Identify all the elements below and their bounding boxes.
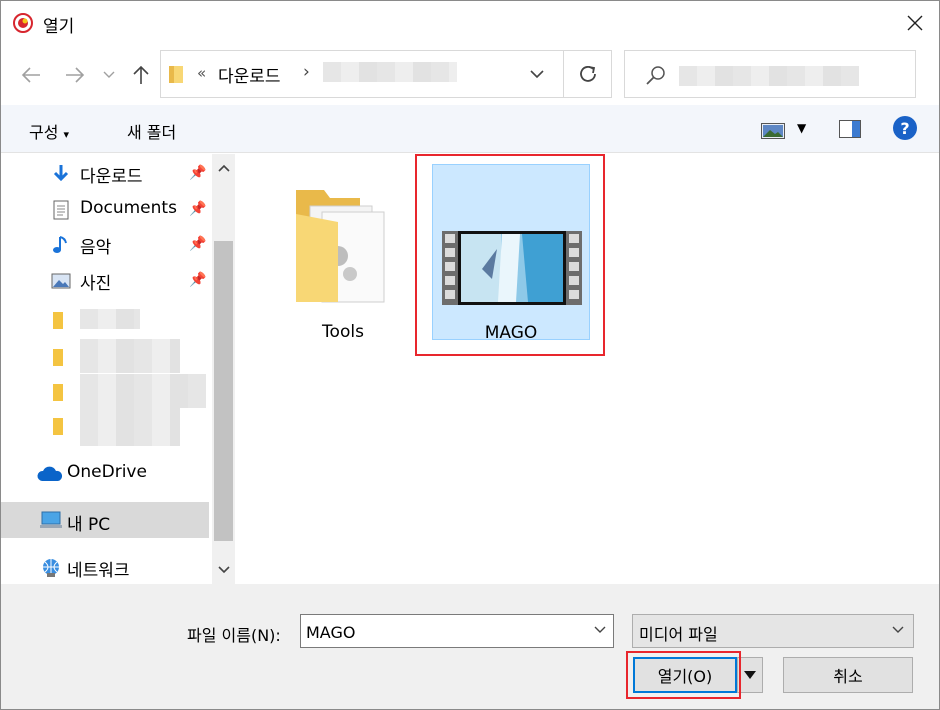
recent-locations-button[interactable] [101,63,117,87]
chevron-up-icon [217,164,230,172]
sidebar-item-label: OneDrive [67,462,147,482]
highlight-annotation [415,154,605,356]
sidebar-item-label: 내 PC [67,515,111,535]
folder-icon [296,190,385,303]
download-arrow-icon [53,165,69,182]
command-bar: 구성 ▾ 새 폴더 ▼ [1,105,939,153]
sidebar-item-label: 다운로드 [80,167,143,187]
scroll-down-button[interactable] [212,556,235,584]
file-name: Tools [322,322,364,342]
computer-icon [40,511,62,528]
sidebar-item-label: 네트워크 [67,561,130,581]
navigation-pane: 다운로드 📌 Documents 📌 음악 📌 사진 📌 OneDrive 내 … [1,154,235,584]
breadcrumb-downloads[interactable]: 다운로드 [218,62,281,87]
title-bar: 열기 [1,1,939,45]
file-item-folder[interactable]: Tools [264,164,422,342]
sidebar-item-onedrive[interactable]: OneDrive [1,456,209,490]
app-logo-icon [13,13,33,33]
folder-icon [53,384,63,401]
close-button[interactable] [893,3,937,43]
sidebar-item-redacted-folder[interactable] [1,339,209,373]
scrollbar-thumb[interactable] [214,241,233,541]
redacted-search-placeholder [679,66,859,86]
up-button[interactable] [129,63,153,87]
caret-down-icon [744,671,756,679]
pin-icon: 📌 [189,201,207,217]
redacted-label [80,309,140,329]
sidebar-item-redacted-folder[interactable] [1,302,209,336]
sidebar-item-this-pc[interactable]: 내 PC [1,502,209,538]
close-icon [907,15,923,31]
window-title: 열기 [43,17,75,37]
sidebar-item-redacted-folder[interactable] [1,374,209,408]
folder-icon [53,349,63,366]
new-folder-button[interactable]: 새 폴더 [127,119,176,143]
forward-button[interactable] [63,63,87,87]
chevron-down-icon [103,71,115,78]
filetype-select[interactable]: 미디어 파일 [632,614,914,648]
caret-down-icon: ▾ [63,128,70,141]
preview-pane-icon[interactable] [839,120,861,138]
filename-label: 파일 이름(N): [187,626,281,645]
sidebar-item-music[interactable]: 음악 📌 [1,227,209,261]
sidebar-item-redacted-folder[interactable] [1,408,209,446]
address-dropdown-button[interactable] [525,64,549,84]
pin-icon: 📌 [189,272,207,288]
sidebar-item-label: 음악 [80,238,112,258]
search-icon [646,66,665,85]
scroll-up-button[interactable] [212,154,235,182]
document-icon [53,200,69,220]
folder-icon [53,418,63,435]
forward-arrow-icon [66,67,85,83]
sidebar-item-downloads[interactable]: 다운로드 📌 [1,156,209,190]
sidebar-item-label: Documents [80,198,177,218]
redacted-label [80,408,180,446]
path-overflow[interactable]: « [197,64,206,82]
filetype-value: 미디어 파일 [639,625,718,644]
organize-label: 구성 [29,123,59,142]
music-note-icon [53,236,67,253]
back-arrow-icon [21,67,40,83]
sidebar-item-pictures[interactable]: 사진 📌 [1,263,209,297]
search-input[interactable] [624,50,916,98]
open-file-dialog: 열기 « 다운로드 › 구성 ▾ 새 폴더 ▼ ? 다운로드 📌 Documen… [0,0,940,710]
help-icon[interactable]: ? [893,116,917,140]
view-mode-icon[interactable] [761,123,785,139]
chevron-down-icon [892,626,904,633]
filename-value: MAGO [306,623,356,642]
organize-button[interactable]: 구성 ▾ [29,119,69,143]
refresh-button[interactable] [563,51,611,97]
chevron-down-icon[interactable] [593,623,607,637]
back-button[interactable] [19,63,43,87]
cancel-button[interactable]: 취소 [783,657,913,693]
picture-icon [51,273,71,289]
cloud-icon [37,466,63,481]
address-bar[interactable]: « 다운로드 › [160,50,612,98]
refresh-icon [579,66,596,82]
folder-icon [169,66,183,83]
redacted-label [80,339,180,373]
chevron-down-icon [217,566,230,574]
folder-icon [53,312,63,329]
pin-icon: 📌 [189,165,207,181]
highlight-annotation [626,651,741,699]
sidebar-item-label: 사진 [80,274,112,294]
up-arrow-icon [133,65,149,84]
redacted-label [80,374,206,408]
chevron-down-icon [530,69,544,78]
breadcrumb-separator[interactable]: › [303,62,310,82]
network-icon [43,559,59,577]
view-options-dropdown[interactable]: ▼ [797,121,806,135]
filename-input[interactable]: MAGO [300,614,614,648]
sidebar-item-documents[interactable]: Documents 📌 [1,192,209,226]
sidebar-item-network[interactable]: 네트워크 [1,550,209,584]
pin-icon: 📌 [189,236,207,252]
redacted-path [323,62,457,82]
